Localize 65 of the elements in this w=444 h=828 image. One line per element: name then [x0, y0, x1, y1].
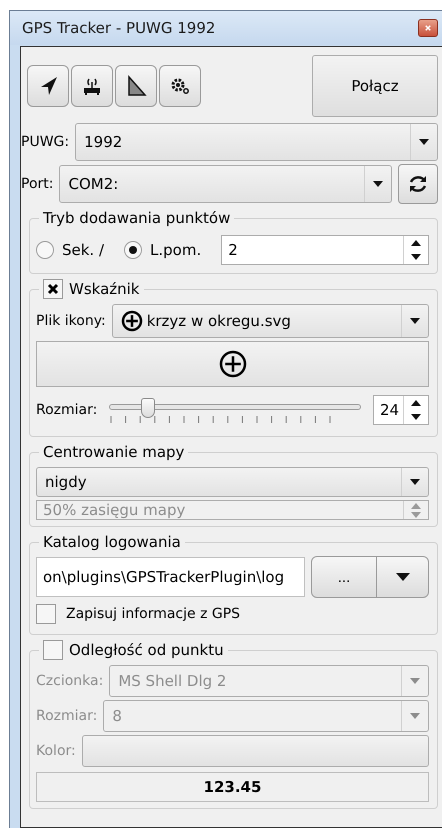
radio-label: L.pom.: [150, 241, 202, 259]
tool-button[interactable]: [115, 65, 157, 107]
radio-label: Sek. /: [62, 241, 104, 259]
group-title: Katalog logowania: [43, 533, 181, 551]
group-title: Odległość od punktu: [69, 641, 224, 659]
radio-button[interactable]: [36, 241, 54, 259]
refresh-button[interactable]: [398, 164, 438, 204]
spinbox-value: 50% zasięgu mapy: [43, 501, 186, 519]
field-label: Kolor:: [36, 743, 76, 759]
centering-dropdown[interactable]: nigdy: [36, 467, 429, 497]
checkbox[interactable]: [43, 279, 63, 299]
field-label: Rozmiar:: [36, 708, 98, 724]
refresh-icon: [407, 173, 429, 195]
field-label: Rozmiar:: [36, 402, 98, 418]
number-spinbox[interactable]: 2: [221, 235, 429, 265]
port-dropdown[interactable]: COM2:: [59, 165, 392, 203]
distance-value: 123.45: [36, 772, 429, 802]
combo-value: 8: [112, 707, 122, 725]
combo-value: krzyz w okregu.svg: [146, 312, 291, 330]
spin-up-icon: [411, 502, 421, 508]
window-title: GPS Tracker - PUWG 1992: [22, 19, 216, 37]
group-title: Wskaźnik: [69, 280, 140, 298]
tool-button[interactable]: [27, 65, 69, 107]
dropdown-arrow-icon: [373, 181, 383, 187]
puwg-dropdown[interactable]: 1992: [75, 123, 438, 161]
combo-value: nigdy: [45, 473, 87, 491]
group-title: Tryb dodawania punktów: [43, 209, 230, 227]
spin-up-icon: [411, 400, 421, 406]
size-spinbox[interactable]: 24: [373, 395, 429, 425]
dropdown-arrow-icon: [396, 573, 410, 581]
slider-handle[interactable]: [140, 398, 155, 418]
spin-down-icon: [411, 254, 421, 260]
group-title: Centrowanie mapy: [43, 443, 184, 461]
combo-value: COM2:: [68, 175, 118, 193]
path-field[interactable]: on\plugins\GPSTrackerPlugin\log: [36, 557, 305, 597]
spin-down-icon: [411, 414, 421, 420]
field-label: Czcionka:: [36, 673, 104, 689]
dropdown-arrow-icon: [410, 479, 420, 485]
cross-mark-icon: [47, 283, 59, 295]
tool-button[interactable]: [71, 65, 113, 107]
combo-value: 1992: [84, 133, 122, 151]
spinbox-value: 24: [380, 401, 400, 419]
dropdown-arrow-icon: [410, 678, 420, 684]
dropdown-arrow-icon: [419, 139, 429, 145]
field-label: PUWG:: [21, 134, 70, 150]
checkbox[interactable]: [36, 604, 56, 624]
spin-down-icon: [411, 512, 421, 518]
spin-up-icon: [411, 240, 421, 246]
close-icon: [425, 24, 431, 32]
combo-value: MS Shell Dlg 2: [118, 672, 226, 690]
circled-plus-icon: [120, 310, 143, 332]
checkbox[interactable]: [43, 640, 63, 660]
field-label: Port:: [21, 176, 54, 192]
color-button[interactable]: [82, 735, 429, 767]
close-button[interactable]: [418, 19, 438, 37]
dropdown-arrow-icon: [410, 713, 420, 719]
radio-button[interactable]: [124, 241, 142, 259]
circled-plus-icon: [218, 350, 246, 378]
connect-button[interactable]: Połącz: [312, 55, 438, 117]
spinbox-value: 2: [228, 241, 238, 259]
tool-button[interactable]: [159, 65, 201, 107]
icon-file-dropdown[interactable]: krzyz w okregu.svg: [112, 304, 429, 338]
field-label: Plik ikony:: [36, 313, 106, 329]
checkbox-label: Zapisuj informacje z GPS: [66, 606, 240, 622]
dropdown-arrow-icon: [410, 318, 420, 324]
